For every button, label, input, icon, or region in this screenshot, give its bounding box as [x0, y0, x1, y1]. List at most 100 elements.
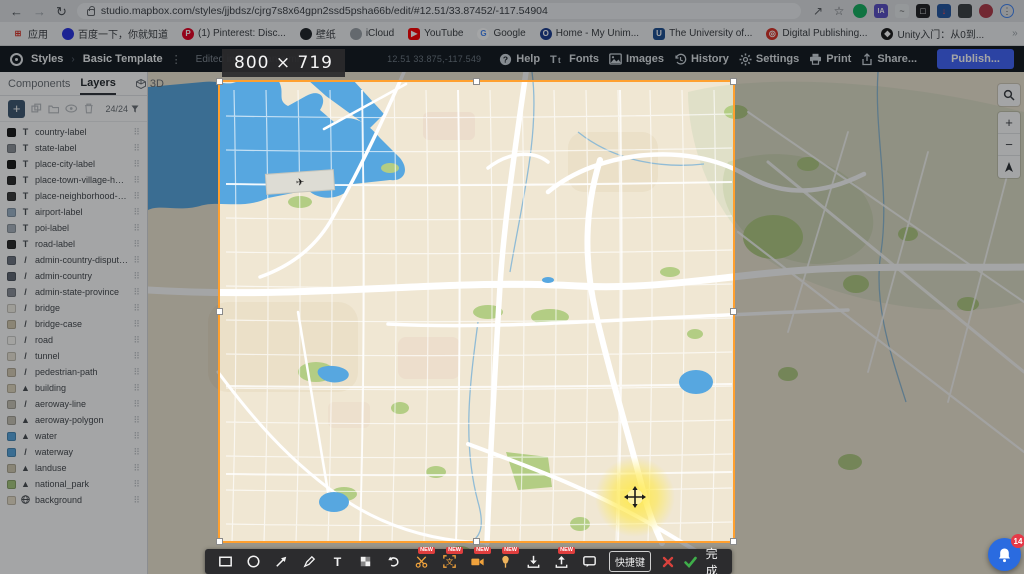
url-omnibox[interactable]: studio.mapbox.com/styles/jjbdsz/cjrg7s8x… [77, 3, 801, 19]
comment-tool[interactable] [577, 551, 601, 573]
drag-handle-icon[interactable]: ⠿ [133, 192, 140, 201]
bookmark-item[interactable]: P(1) Pinterest: Disc... [182, 28, 286, 40]
layer-row-admin-country-disputed[interactable]: /admin-country-disputed⠿ [0, 252, 147, 268]
chat-fab-button[interactable]: 14 [988, 538, 1021, 571]
publish-button[interactable]: Publish... [937, 49, 1014, 69]
compass-button[interactable] [998, 156, 1020, 178]
tab-layers[interactable]: Layers [80, 72, 115, 95]
confirm-capture-button[interactable] [681, 551, 699, 573]
layer-row-waterway[interactable]: /waterway⠿ [0, 444, 147, 460]
pen-extension-icon[interactable]: ~ [895, 4, 909, 18]
drag-handle-icon[interactable]: ⠿ [133, 432, 140, 441]
record-tool[interactable]: NEW [465, 551, 489, 573]
text-tool[interactable]: T [325, 551, 349, 573]
ellipse-tool[interactable] [241, 551, 265, 573]
drag-handle-icon[interactable]: ⠿ [133, 144, 140, 153]
rect-tool[interactable] [213, 551, 237, 573]
drag-handle-icon[interactable]: ⠿ [133, 384, 140, 393]
delete-trash-icon[interactable] [84, 103, 94, 114]
pin-tool[interactable]: NEW [493, 551, 517, 573]
drag-handle-icon[interactable]: ⠿ [133, 272, 140, 281]
cancel-capture-button[interactable] [659, 551, 677, 573]
drag-handle-icon[interactable]: ⠿ [133, 208, 140, 217]
upload-tool[interactable]: NEW [549, 551, 573, 573]
layer-row-pedestrian-path[interactable]: /pedestrian-path⠿ [0, 364, 147, 380]
arrow-tool[interactable] [269, 551, 293, 573]
menu-fonts[interactable]: TtFonts [550, 53, 599, 65]
breadcrumb-style-name[interactable]: Basic Template [83, 53, 163, 65]
layer-row-road[interactable]: /road⠿ [0, 332, 147, 348]
drag-handle-icon[interactable]: ⠿ [133, 160, 140, 169]
layer-row-building[interactable]: ▲building⠿ [0, 380, 147, 396]
layer-row-admin-state-province[interactable]: /admin-state-province⠿ [0, 284, 147, 300]
layer-row-state-label[interactable]: Tstate-label⠿ [0, 140, 147, 156]
menu-print[interactable]: Print [809, 53, 851, 65]
style-menu-icon[interactable]: ⋮ [171, 53, 182, 66]
breadcrumb-styles[interactable]: Styles [31, 53, 63, 65]
back-icon[interactable]: ← [10, 5, 23, 18]
ocr-tool[interactable]: 文NEW [437, 551, 461, 573]
bookmark-item[interactable]: ◆Unity入门：从0到... [881, 26, 984, 41]
map-canvas[interactable]: ✈ + − [148, 72, 1024, 574]
done-label[interactable]: 完成 [706, 545, 724, 574]
drag-handle-icon[interactable]: ⠿ [133, 336, 140, 345]
add-layer-button[interactable]: + [8, 100, 25, 118]
drag-handle-icon[interactable]: ⠿ [133, 240, 140, 249]
reload-icon[interactable]: ↻ [56, 5, 67, 18]
map-search-button[interactable] [998, 84, 1020, 106]
bookmark-item[interactable]: iCloud [350, 28, 394, 40]
menu-history[interactable]: History [674, 53, 729, 66]
bookmark-item[interactable]: 壁纸 [300, 26, 336, 41]
layer-row-bridge[interactable]: /bridge⠿ [0, 300, 147, 316]
layer-row-bridge-case[interactable]: /bridge-case⠿ [0, 316, 147, 332]
drag-handle-icon[interactable]: ⠿ [133, 464, 140, 473]
bookmark-item[interactable]: UThe University of... [653, 28, 752, 40]
drag-handle-icon[interactable]: ⠿ [133, 368, 140, 377]
browser-menu-icon[interactable]: ⋮ [1000, 4, 1014, 18]
layer-row-landuse[interactable]: ▲landuse⠿ [0, 460, 147, 476]
drag-handle-icon[interactable]: ⠿ [133, 400, 140, 409]
drag-handle-icon[interactable]: ⠿ [133, 128, 140, 137]
layer-row-place-town-village-hamlet-l[interactable]: Tplace-town-village-hamlet-l...⠿ [0, 172, 147, 188]
drag-handle-icon[interactable]: ⠿ [133, 496, 140, 505]
profile-avatar[interactable] [979, 4, 993, 18]
layer-row-tunnel[interactable]: /tunnel⠿ [0, 348, 147, 364]
bookmark-item[interactable]: 百度一下，你就知道 [62, 26, 168, 41]
tab-3d[interactable]: 3D [136, 72, 164, 95]
bookmark-item[interactable]: ◎Digital Publishing... [766, 28, 867, 40]
forward-icon[interactable]: → [33, 5, 46, 18]
bookmark-item[interactable]: GGoogle [477, 28, 525, 40]
drag-handle-icon[interactable]: ⠿ [133, 352, 140, 361]
menu-share[interactable]: Share... [861, 53, 917, 66]
pin-extension-icon[interactable] [958, 4, 972, 18]
undo-tool[interactable] [381, 551, 405, 573]
layer-row-national_park[interactable]: ▲national_park⠿ [0, 476, 147, 492]
layer-filter-button[interactable]: 24/24 [105, 104, 139, 114]
mosaic-tool[interactable] [353, 551, 377, 573]
drag-handle-icon[interactable]: ⠿ [133, 480, 140, 489]
pen-tool[interactable] [297, 551, 321, 573]
menu-help[interactable]: ?Help [499, 53, 540, 66]
drag-handle-icon[interactable]: ⠿ [133, 224, 140, 233]
visibility-eye-icon[interactable] [65, 104, 77, 113]
idm-extension-icon[interactable]: ↓ [937, 4, 951, 18]
screenshot-extension-icon[interactable]: □ [916, 4, 930, 18]
zoom-in-button[interactable]: + [998, 112, 1020, 134]
bookmark-item[interactable]: ▶YouTube [408, 28, 463, 40]
crop-tool[interactable]: NEW [409, 551, 433, 573]
drag-handle-icon[interactable]: ⠿ [133, 288, 140, 297]
drag-handle-icon[interactable]: ⠿ [133, 320, 140, 329]
layer-row-country-label[interactable]: Tcountry-label⠿ [0, 124, 147, 140]
layer-row-place-neighborhood-subur[interactable]: Tplace-neighborhood-subur...⠿ [0, 188, 147, 204]
layer-row-aeroway-polygon[interactable]: ▲aeroway-polygon⠿ [0, 412, 147, 428]
layer-row-place-city-label[interactable]: Tplace-city-label⠿ [0, 156, 147, 172]
bookmarks-overflow-chevron[interactable]: » [1012, 28, 1018, 39]
bookmark-star-icon[interactable]: ☆ [832, 4, 846, 18]
grammarly-extension-icon[interactable] [853, 4, 867, 18]
tab-components[interactable]: Components [8, 72, 70, 95]
menu-images[interactable]: Images [609, 53, 664, 65]
hotkeys-button[interactable]: 快捷键 [609, 551, 651, 572]
share-icon[interactable]: ↗ [811, 4, 825, 18]
menu-settings[interactable]: Settings [739, 53, 799, 66]
zoom-out-button[interactable]: − [998, 134, 1020, 156]
